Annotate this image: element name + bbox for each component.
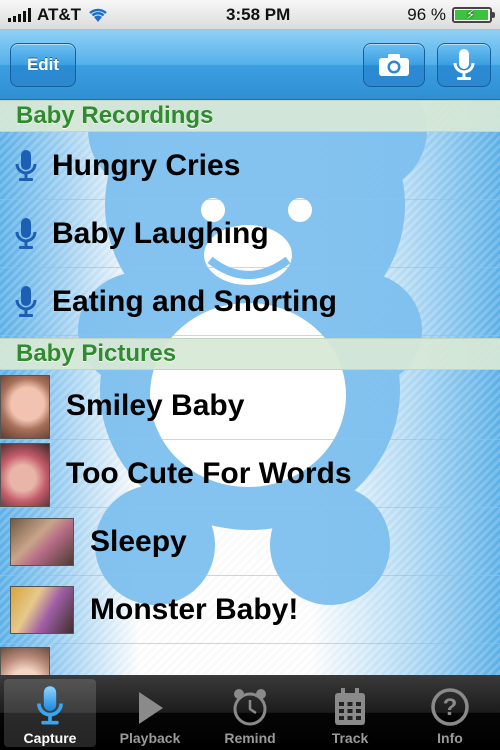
photo-thumbnail	[0, 647, 50, 675]
picture-row[interactable]: Smiley Baby	[0, 372, 500, 440]
recording-row[interactable]: Baby Laughing	[0, 200, 500, 268]
clock: 3:58 PM	[226, 4, 291, 24]
recording-title: Hungry Cries	[52, 148, 241, 182]
microphone-icon	[15, 285, 37, 317]
tab-label: Track	[331, 730, 369, 746]
navigation-bar: Edit	[0, 30, 500, 100]
tab-label: Capture	[23, 730, 77, 746]
picture-row[interactable]: Sleepy	[0, 508, 500, 576]
tab-label: Remind	[224, 730, 276, 746]
carrier-name: AT&T	[37, 4, 82, 24]
section-header-pictures: Baby Pictures	[0, 338, 500, 370]
signal-strength-icon	[8, 7, 31, 22]
picture-title: Monster Baby!	[90, 592, 299, 626]
microphone-icon	[37, 686, 63, 725]
photo-thumbnail	[10, 586, 74, 634]
capture-list[interactable]: Baby Recordings Hungry Cries Baby Laughi…	[0, 100, 500, 675]
status-bar: AT&T 3:58 PM 96 % ⚡	[0, 0, 500, 30]
picture-row-partial[interactable]	[0, 644, 500, 675]
camera-icon	[379, 54, 409, 76]
photo-thumbnail	[0, 375, 50, 439]
microphone-icon	[453, 49, 475, 80]
tab-capture[interactable]: Capture	[0, 675, 100, 750]
tab-info[interactable]: ? Info	[400, 675, 500, 750]
microphone-icon	[15, 149, 37, 181]
recording-row[interactable]: Hungry Cries	[0, 132, 500, 200]
recording-title: Baby Laughing	[52, 216, 269, 250]
tab-track[interactable]: Track	[300, 675, 400, 750]
photo-thumbnail	[10, 518, 74, 566]
battery-percent: 96 %	[407, 4, 446, 24]
tab-remind[interactable]: Remind	[200, 675, 300, 750]
picture-title: Sleepy	[90, 524, 187, 558]
picture-row[interactable]: Monster Baby!	[0, 576, 500, 644]
tab-playback[interactable]: Playback	[100, 675, 200, 750]
svg-text:?: ?	[443, 694, 458, 721]
section-header-recordings: Baby Recordings	[0, 100, 500, 132]
recording-title: Eating and Snorting	[52, 284, 337, 318]
wifi-icon	[89, 8, 107, 22]
battery-icon: ⚡	[452, 6, 495, 23]
recording-row[interactable]: Eating and Snorting	[0, 268, 500, 336]
picture-row[interactable]: Too Cute For Words	[0, 440, 500, 508]
picture-title: Smiley Baby	[66, 388, 245, 422]
help-icon: ?	[431, 688, 469, 726]
battery-group: 96 % ⚡	[407, 4, 495, 25]
photo-thumbnail	[0, 443, 50, 507]
camera-button[interactable]	[363, 43, 425, 87]
picture-title: Too Cute For Words	[66, 456, 352, 490]
tab-bar: Capture Playback Remind Track ? Info	[0, 675, 500, 750]
calendar-icon	[335, 688, 365, 725]
carrier-group: AT&T	[8, 5, 109, 25]
alarm-clock-icon	[233, 689, 267, 726]
record-button[interactable]	[437, 43, 491, 87]
tab-label: Playback	[119, 730, 181, 746]
tab-label: Info	[437, 730, 463, 746]
microphone-icon	[15, 217, 37, 249]
play-icon	[139, 692, 163, 724]
edit-button[interactable]: Edit	[10, 43, 76, 87]
